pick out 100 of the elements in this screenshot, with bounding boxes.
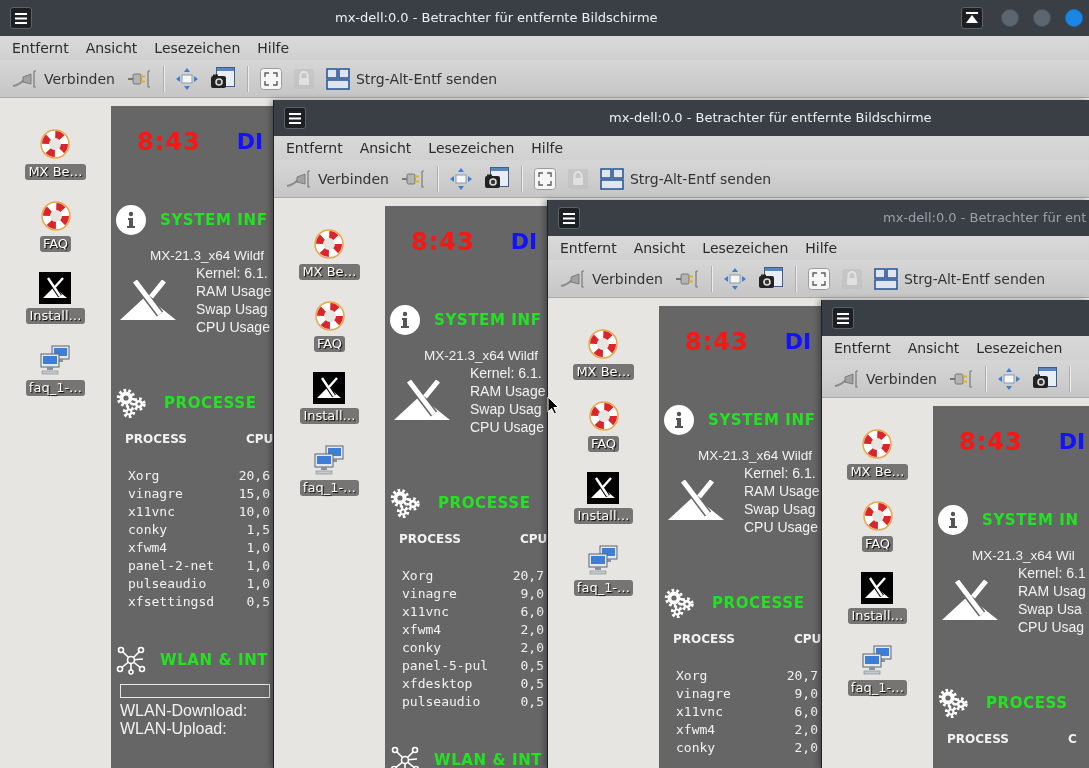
cpu-value: 20,7	[786, 667, 818, 685]
desktop-shortcut[interactable]: Install…	[300, 372, 359, 424]
computers-icon	[39, 344, 72, 376]
network-hub-icon	[116, 645, 146, 675]
cpu-value: 9,0	[520, 585, 544, 603]
window-menu-button[interactable]	[10, 7, 32, 29]
desktop-shortcut[interactable]: Install…	[574, 472, 633, 524]
cpu-value: 0,5	[520, 675, 544, 693]
four-arrows-icon	[723, 267, 746, 290]
lifebuoy-icon	[39, 128, 72, 160]
info-icon	[664, 405, 694, 435]
menu-item[interactable]: Entfernt	[278, 136, 351, 160]
desktop-shortcut[interactable]: FAQ	[587, 400, 620, 452]
desktop-shortcut[interactable]: faq_1-…	[25, 344, 86, 396]
column-header: PROCESS	[947, 731, 1009, 747]
camera-icon	[1031, 366, 1057, 391]
connect-button[interactable]: Verbinden	[830, 363, 941, 394]
cpu-value: 1,0	[246, 539, 270, 557]
process-name: conky	[676, 739, 716, 757]
window-menu-button[interactable]	[284, 107, 306, 129]
column-header: PROCESS	[673, 631, 735, 647]
section-heading: SYSTEM INF	[160, 210, 268, 230]
info-icon	[116, 205, 146, 235]
window-menu-button[interactable]	[558, 207, 580, 229]
menu-item[interactable]: Lesezeichen	[420, 136, 523, 160]
process-name: pulseaudio	[128, 575, 207, 593]
camera-icon	[483, 166, 509, 191]
cpu-value: 10,0	[238, 503, 270, 521]
panels-icon	[325, 67, 350, 90]
computers-icon	[861, 644, 894, 676]
menu-item[interactable]: Lesezeichen	[968, 336, 1071, 360]
maximize-button[interactable]	[1033, 9, 1051, 27]
send-keys-button[interactable]: Strg-Alt-Entf senden	[869, 263, 1050, 294]
menu-item[interactable]: Entfernt	[4, 36, 77, 60]
gears-icon	[664, 588, 694, 618]
desktop-shortcut[interactable]: faq_1-…	[299, 444, 360, 496]
menu-item[interactable]: Hilfe	[249, 36, 298, 60]
minimize-button[interactable]	[1001, 9, 1019, 27]
send-keys-button[interactable]: Strg-Alt-Entf senden	[321, 63, 502, 94]
cpu-value: 0,5	[520, 657, 544, 675]
four-arrows-icon	[449, 167, 472, 190]
os-version: MX-21.3_x64 Wil	[971, 547, 1076, 564]
menu-item[interactable]: Entfernt	[826, 336, 899, 360]
column-header: CPU	[520, 531, 548, 547]
menu-item[interactable]: Ansicht	[351, 136, 420, 160]
cpu-value: 20,6	[238, 467, 270, 485]
menu-item[interactable]: Lesezeichen	[146, 36, 249, 60]
menu-item[interactable]: Hilfe	[797, 236, 846, 260]
window-title: mx-dell:0.0 - Betrachter für ent	[883, 210, 1087, 226]
desktop-shortcut[interactable]: faq_1-…	[573, 544, 634, 596]
cpu-value: 2,0	[520, 621, 544, 639]
column-header: PROCESS	[399, 531, 461, 547]
keep-above-button[interactable]	[961, 7, 983, 29]
desktop-shortcut[interactable]: FAQ	[861, 500, 894, 552]
desktop-shortcut[interactable]: Install…	[848, 572, 907, 624]
menu-item[interactable]: Ansicht	[625, 236, 694, 260]
menu-item[interactable]: Ansicht	[77, 36, 146, 60]
connect-button[interactable]: Verbinden	[556, 263, 667, 294]
plug-icon	[834, 367, 860, 390]
close-button[interactable]	[1065, 9, 1083, 27]
clock-time: 8:43	[959, 428, 1023, 456]
computers-icon	[313, 444, 346, 476]
menu-item[interactable]: Entfernt	[552, 236, 625, 260]
lifebuoy-icon	[313, 228, 346, 260]
menu-item[interactable]: Ansicht	[899, 336, 968, 360]
desktop-shortcut[interactable]: faq_1-…	[847, 644, 908, 696]
desktop-shortcut[interactable]: FAQ	[39, 200, 72, 252]
desktop-shortcut[interactable]: MX Be…	[25, 128, 86, 180]
send-keys-button[interactable]: Strg-Alt-Entf senden	[595, 163, 776, 194]
section-heading: SYSTEM INF	[434, 310, 542, 330]
window-menu-button[interactable]	[832, 307, 854, 329]
clock-time: 8:43	[137, 128, 201, 156]
desktop-shortcut[interactable]: MX Be…	[847, 428, 908, 480]
lock-icon	[567, 168, 588, 189]
stat-label: Swap Usag	[470, 400, 543, 418]
plug-icon	[12, 67, 38, 90]
four-arrows-icon	[175, 67, 198, 90]
menu-item[interactable]: Hilfe	[523, 136, 572, 160]
desktop-shortcut[interactable]: MX Be…	[299, 228, 360, 280]
four-arrows-icon	[997, 367, 1020, 390]
cpu-value: 0,5	[246, 593, 270, 611]
cpu-value: 6,0	[520, 603, 544, 621]
desktop-shortcut[interactable]: Install…	[26, 272, 85, 324]
menu-item[interactable]: Lesezeichen	[694, 236, 797, 260]
x-logo-icon	[587, 472, 620, 504]
process-name: pulseaudio	[402, 693, 481, 711]
menu-icon	[15, 12, 27, 24]
process-name: conky	[402, 639, 442, 657]
section-heading: WLAN & INT	[434, 750, 543, 768]
desktop-shortcut[interactable]: FAQ	[313, 300, 346, 352]
desktop-shortcut[interactable]: MX Be…	[573, 328, 634, 380]
process-name: panel-5-pul	[402, 657, 489, 675]
weekday-label: DI	[1058, 428, 1086, 456]
connect-button[interactable]: Verbinden	[282, 163, 393, 194]
gears-icon	[390, 488, 420, 518]
process-name: xfdesktop	[402, 675, 473, 693]
cpu-value: 0,5	[520, 693, 544, 711]
connect-button[interactable]: Verbinden	[8, 63, 119, 94]
camera-icon	[209, 66, 235, 91]
process-name: vinagre	[128, 485, 183, 503]
